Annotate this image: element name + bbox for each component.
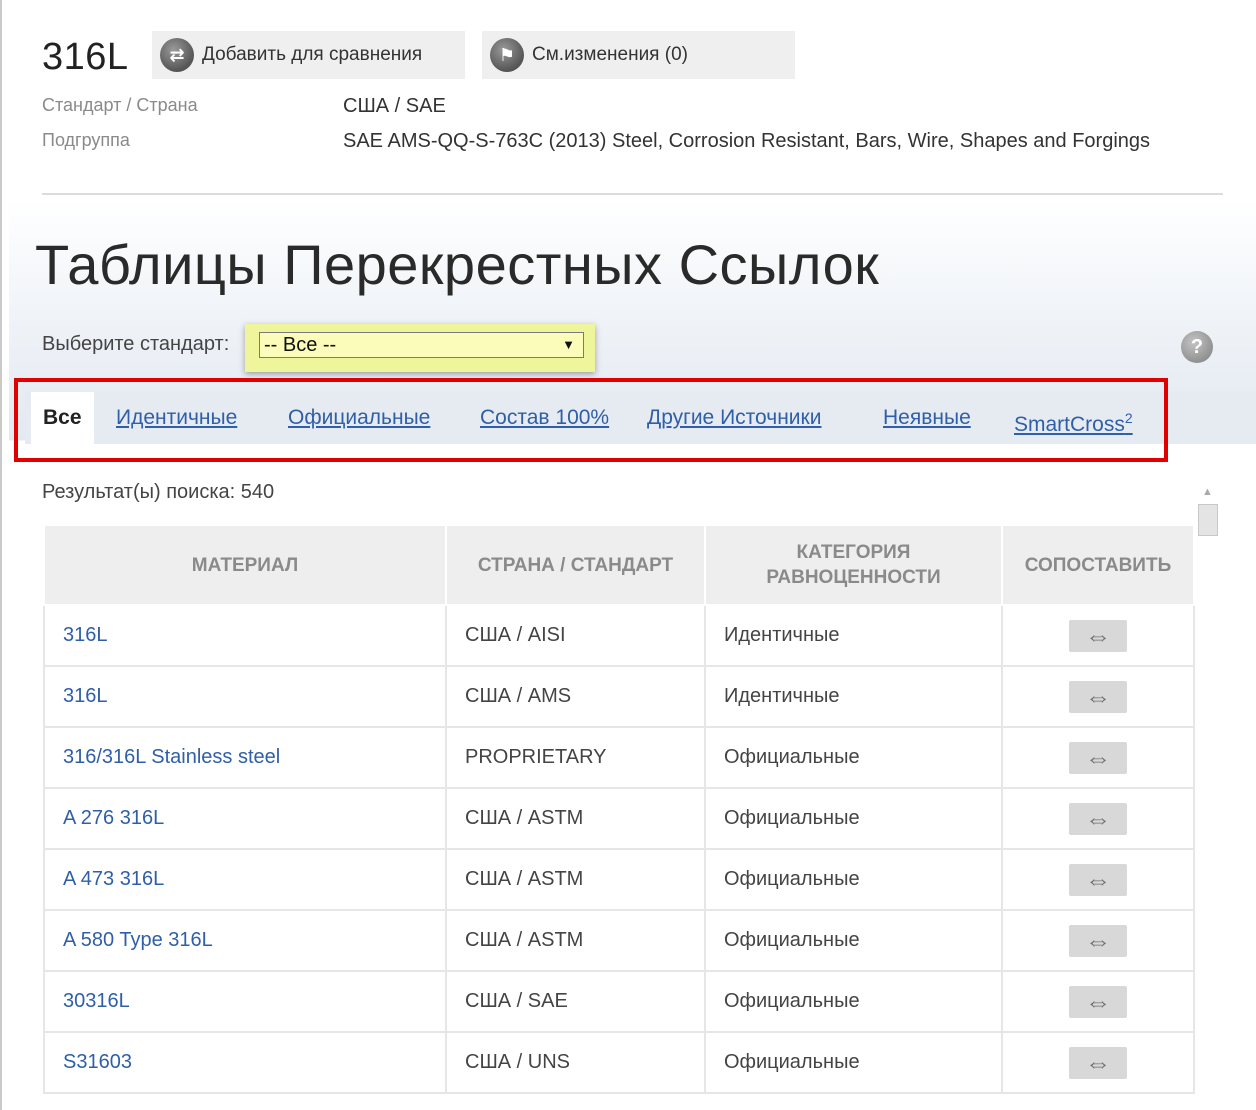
table-row: 30316L США / SAE Официальные ⇔ <box>43 970 1195 1033</box>
material-link[interactable]: S31603 <box>43 1031 447 1094</box>
category-cell: Официальные <box>704 787 1003 850</box>
material-link[interactable]: A 473 316L <box>43 848 447 911</box>
table-row: A 580 Type 316L США / ASTM Официальные ⇔ <box>43 909 1195 972</box>
compare-cell: ⇔ <box>1001 726 1195 789</box>
country-cell: США / ASTM <box>445 848 706 911</box>
dropdown-arrow-icon: ▼ <box>562 337 575 352</box>
table-row: A 473 316L США / ASTM Официальные ⇔ <box>43 848 1195 911</box>
table-row: 316L США / AMS Идентичные ⇔ <box>43 665 1195 728</box>
standard-select-label: Выберите стандарт: <box>42 333 230 355</box>
material-link[interactable]: A 580 Type 316L <box>43 909 447 972</box>
country-cell: США / ASTM <box>445 909 706 972</box>
country-cell: США / SAE <box>445 970 706 1033</box>
compare-cell: ⇔ <box>1001 970 1195 1033</box>
standard-select[interactable]: -- Все -- ▼ <box>259 332 584 358</box>
compare-arrows-icon: ⇄ <box>160 38 194 72</box>
header-compare: СОПОСТАВИТЬ <box>1001 524 1195 606</box>
header-category[interactable]: КАТЕГОРИЯ РАВНОЦЕННОСТИ <box>704 524 1003 606</box>
section-title: Таблицы Перекрестных Ссылок <box>35 233 880 296</box>
material-title: 316L <box>42 36 129 78</box>
add-compare-label: Добавить для сравнения <box>202 44 423 65</box>
table-row: S31603 США / UNS Официальные ⇔ <box>43 1031 1195 1094</box>
swap-arrows-icon[interactable]: ⇔ <box>1069 619 1127 652</box>
view-changes-label: См.изменения (0) <box>532 44 688 65</box>
category-cell: Идентичные <box>704 604 1003 667</box>
page: 316L ⇄ Добавить для сравнения ⚑ См.измен… <box>9 0 1256 1110</box>
scroll-thumb[interactable] <box>1198 504 1218 536</box>
swap-arrows-icon[interactable]: ⇔ <box>1069 680 1127 713</box>
table-row: A 276 316L США / ASTM Официальные ⇔ <box>43 787 1195 850</box>
country-cell: США / AMS <box>445 665 706 728</box>
add-compare-button[interactable]: ⇄ Добавить для сравнения <box>152 31 465 79</box>
header-country-standard[interactable]: СТРАНА / СТАНДАРТ <box>445 524 706 606</box>
header-material[interactable]: МАТЕРИАЛ <box>43 524 447 606</box>
standard-select-highlight: -- Все -- ▼ <box>245 324 595 372</box>
swap-arrows-icon[interactable]: ⇔ <box>1069 924 1127 957</box>
swap-arrows-icon[interactable]: ⇔ <box>1069 1046 1127 1079</box>
country-cell: PROPRIETARY <box>445 726 706 789</box>
material-link[interactable]: 316L <box>43 665 447 728</box>
swap-arrows-icon[interactable]: ⇔ <box>1069 741 1127 774</box>
swap-arrows-icon[interactable]: ⇔ <box>1069 863 1127 896</box>
category-cell: Официальные <box>704 1031 1003 1094</box>
table-row: 316L США / AISI Идентичные ⇔ <box>43 604 1195 667</box>
country-cell: США / AISI <box>445 604 706 667</box>
scroll-up-icon[interactable]: ▲ <box>1202 486 1213 498</box>
flag-icon: ⚑ <box>490 38 524 72</box>
left-border <box>0 0 9 1110</box>
material-link[interactable]: A 276 316L <box>43 787 447 850</box>
compare-cell: ⇔ <box>1001 787 1195 850</box>
material-link[interactable]: 30316L <box>43 970 447 1033</box>
material-link[interactable]: 316/316L Stainless steel <box>43 726 447 789</box>
compare-cell: ⇔ <box>1001 1031 1195 1094</box>
standard-country-label: Стандарт / Страна <box>42 95 198 115</box>
standard-select-value: -- Все -- <box>264 334 337 356</box>
compare-cell: ⇔ <box>1001 909 1195 972</box>
table-header-row: МАТЕРИАЛ СТРАНА / СТАНДАРТ КАТЕГОРИЯ РАВ… <box>43 524 1195 606</box>
category-cell: Официальные <box>704 726 1003 789</box>
swap-arrows-icon[interactable]: ⇔ <box>1069 802 1127 835</box>
standard-country-value: США / SAE <box>343 95 446 117</box>
material-link[interactable]: 316L <box>43 604 447 667</box>
scrollbar[interactable] <box>1196 478 1218 1110</box>
table-row: 316/316L Stainless steel PROPRIETARY Офи… <box>43 726 1195 789</box>
category-cell: Идентичные <box>704 665 1003 728</box>
header-divider <box>42 193 1223 195</box>
results-count: Результат(ы) поиска: 540 <box>42 481 275 503</box>
cross-reference-table: МАТЕРИАЛ СТРАНА / СТАНДАРТ КАТЕГОРИЯ РАВ… <box>43 524 1195 1094</box>
category-cell: Официальные <box>704 970 1003 1033</box>
highlight-box <box>14 378 1168 462</box>
compare-cell: ⇔ <box>1001 848 1195 911</box>
country-cell: США / ASTM <box>445 787 706 850</box>
subgroup-label: Подгруппа <box>42 130 130 150</box>
category-cell: Официальные <box>704 909 1003 972</box>
view-changes-button[interactable]: ⚑ См.изменения (0) <box>482 31 795 79</box>
compare-cell: ⇔ <box>1001 665 1195 728</box>
help-icon[interactable]: ? <box>1181 331 1213 363</box>
subgroup-value: SAE AMS-QQ-S-763C (2013) Steel, Corrosio… <box>343 130 1151 152</box>
country-cell: США / UNS <box>445 1031 706 1094</box>
swap-arrows-icon[interactable]: ⇔ <box>1069 985 1127 1018</box>
compare-cell: ⇔ <box>1001 604 1195 667</box>
category-cell: Официальные <box>704 848 1003 911</box>
